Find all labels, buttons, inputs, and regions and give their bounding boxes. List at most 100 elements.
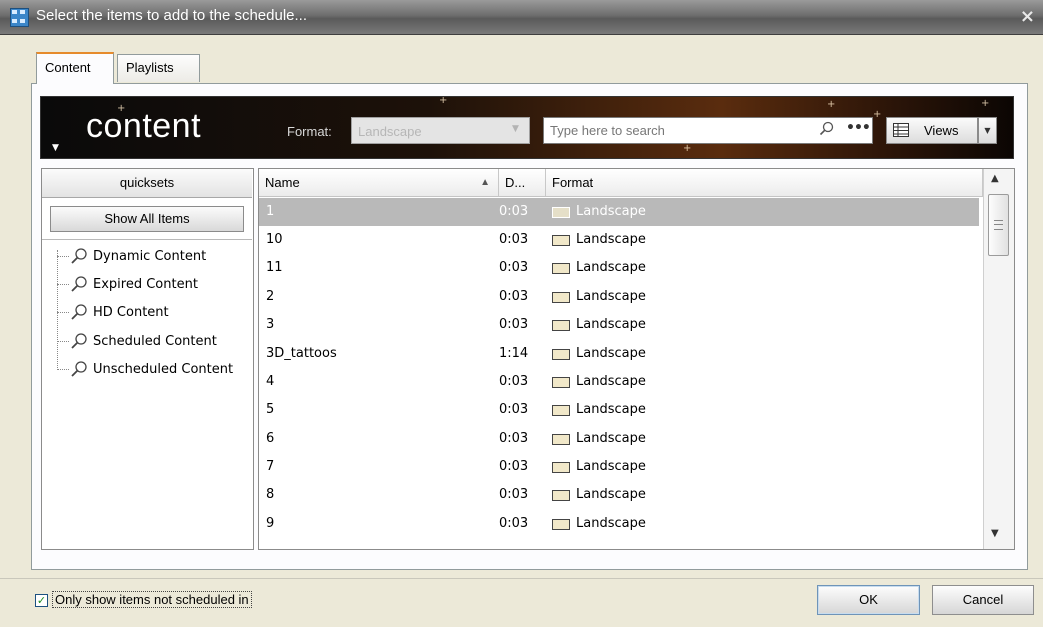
row-format: Landscape bbox=[552, 425, 646, 453]
row-format-label: Landscape bbox=[576, 289, 646, 304]
row-name: 7 bbox=[266, 459, 275, 474]
sparkle-decoration: + bbox=[439, 96, 448, 106]
collapse-arrow-icon[interactable]: ▼ bbox=[52, 143, 59, 153]
row-format: Landscape bbox=[552, 368, 646, 396]
footer-divider bbox=[0, 578, 1043, 579]
row-format: Landscape bbox=[552, 481, 646, 509]
table-row[interactable]: 9 0:03 Landscape bbox=[259, 510, 979, 538]
sort-ascending-icon: ▲ bbox=[480, 177, 490, 188]
table-row[interactable]: 7 0:03 Landscape bbox=[259, 453, 979, 481]
row-format: Landscape bbox=[552, 254, 646, 282]
cancel-button[interactable]: Cancel bbox=[932, 585, 1034, 615]
row-format-label: Landscape bbox=[576, 204, 646, 219]
magnifier-icon bbox=[71, 276, 87, 292]
tree-branch bbox=[57, 255, 69, 257]
table-row[interactable]: 11 0:03 Landscape bbox=[259, 254, 979, 282]
row-format: Landscape bbox=[552, 226, 646, 254]
search-icon[interactable] bbox=[819, 121, 834, 136]
grip-icon bbox=[994, 220, 1003, 230]
row-format-label: Landscape bbox=[576, 487, 646, 502]
row-format-label: Landscape bbox=[576, 516, 646, 531]
table-row[interactable]: 8 0:03 Landscape bbox=[259, 481, 979, 509]
landscape-format-icon bbox=[552, 348, 570, 360]
content-list: Name ▲ D... Format 1 0:03 Landscape 10 0… bbox=[258, 168, 1015, 550]
table-row[interactable]: 3 0:03 Landscape bbox=[259, 311, 979, 339]
landscape-format-icon bbox=[552, 234, 570, 246]
views-label: Views bbox=[924, 123, 959, 138]
only-unscheduled-checkbox[interactable]: ✓ bbox=[35, 594, 48, 607]
row-format: Landscape bbox=[552, 283, 646, 311]
quickset-label: Expired Content bbox=[93, 276, 198, 292]
row-format: Landscape bbox=[552, 453, 646, 481]
vertical-scrollbar[interactable]: ▲ ▼ bbox=[983, 169, 1014, 549]
quickset-scheduled-content[interactable]: Scheduled Content bbox=[57, 328, 217, 354]
row-format: Landscape bbox=[552, 311, 646, 339]
landscape-format-icon bbox=[552, 518, 570, 530]
row-format-label: Landscape bbox=[576, 459, 646, 474]
tab-playlists[interactable]: Playlists bbox=[117, 54, 200, 82]
magnifier-icon bbox=[71, 333, 87, 349]
scrollbar-thumb[interactable] bbox=[988, 194, 1009, 256]
close-icon[interactable]: × bbox=[1020, 6, 1035, 27]
row-duration: 0:03 bbox=[499, 260, 529, 275]
row-name: 3D_tattoos bbox=[266, 346, 337, 361]
table-row[interactable]: 5 0:03 Landscape bbox=[259, 396, 979, 424]
row-name: 10 bbox=[266, 232, 283, 247]
table-row[interactable]: 1 0:03 Landscape bbox=[259, 198, 979, 226]
chevron-down-icon[interactable]: ▼ bbox=[512, 124, 519, 134]
row-format-label: Landscape bbox=[576, 431, 646, 446]
quicksets-divider bbox=[42, 239, 252, 240]
row-duration: 0:03 bbox=[499, 516, 529, 531]
row-duration: 0:03 bbox=[499, 487, 529, 502]
views-grid-icon bbox=[893, 123, 909, 137]
views-dropdown-icon[interactable]: ▼ bbox=[978, 117, 997, 144]
row-duration: 0:03 bbox=[499, 402, 529, 417]
magnifier-icon bbox=[71, 248, 87, 264]
row-name: 9 bbox=[266, 516, 275, 531]
table-row[interactable]: 10 0:03 Landscape bbox=[259, 226, 979, 254]
format-select-value: Landscape bbox=[358, 124, 422, 139]
sparkle-decoration: + bbox=[683, 143, 692, 154]
app-icon bbox=[10, 8, 29, 27]
magnifier-icon bbox=[71, 304, 87, 320]
row-name: 2 bbox=[266, 289, 275, 304]
column-header-duration[interactable]: D... bbox=[499, 169, 546, 197]
table-row[interactable]: 2 0:03 Landscape bbox=[259, 283, 979, 311]
quickset-label: Unscheduled Content bbox=[93, 361, 234, 377]
column-header-name[interactable]: Name ▲ bbox=[259, 169, 499, 197]
row-duration: 0:03 bbox=[499, 317, 529, 332]
tree-branch bbox=[57, 368, 69, 370]
scroll-down-icon[interactable]: ▼ bbox=[991, 528, 999, 539]
content-title: content bbox=[86, 107, 202, 145]
ok-button[interactable]: OK bbox=[817, 585, 920, 615]
table-row[interactable]: 6 0:03 Landscape bbox=[259, 425, 979, 453]
quickset-dynamic-content[interactable]: Dynamic Content bbox=[57, 243, 206, 269]
format-label: Format: bbox=[287, 124, 332, 139]
column-header-format[interactable]: Format bbox=[546, 169, 983, 197]
checkbox-check-icon: ✓ bbox=[36, 594, 47, 607]
only-unscheduled-label[interactable]: Only show items not scheduled in bbox=[52, 591, 252, 608]
more-icon[interactable]: ••• bbox=[846, 120, 871, 136]
search-input[interactable] bbox=[548, 122, 812, 139]
quickset-hd-content[interactable]: HD Content bbox=[57, 299, 169, 325]
table-row[interactable]: 3D_tattoos 1:14 Landscape bbox=[259, 340, 979, 368]
row-duration: 0:03 bbox=[499, 431, 529, 446]
row-name: 6 bbox=[266, 431, 275, 446]
landscape-format-icon bbox=[552, 376, 570, 388]
quickset-label: Scheduled Content bbox=[93, 333, 217, 349]
sparkle-decoration: + bbox=[873, 109, 882, 120]
window-title: Select the items to add to the schedule.… bbox=[36, 7, 307, 24]
row-format-label: Landscape bbox=[576, 346, 646, 361]
show-all-items-button[interactable]: Show All Items bbox=[50, 206, 244, 232]
row-duration: 0:03 bbox=[499, 459, 529, 474]
tab-content[interactable]: Content bbox=[36, 52, 114, 84]
row-duration: 0:03 bbox=[499, 289, 529, 304]
scroll-up-icon[interactable]: ▲ bbox=[991, 173, 999, 184]
table-row[interactable]: 4 0:03 Landscape bbox=[259, 368, 979, 396]
quickset-unscheduled-content[interactable]: Unscheduled Content bbox=[57, 356, 233, 382]
quickset-expired-content[interactable]: Expired Content bbox=[57, 271, 198, 297]
tree-branch bbox=[57, 340, 69, 342]
column-header-label: Name bbox=[265, 175, 300, 190]
landscape-format-icon bbox=[552, 262, 570, 274]
row-duration: 0:03 bbox=[499, 232, 529, 247]
